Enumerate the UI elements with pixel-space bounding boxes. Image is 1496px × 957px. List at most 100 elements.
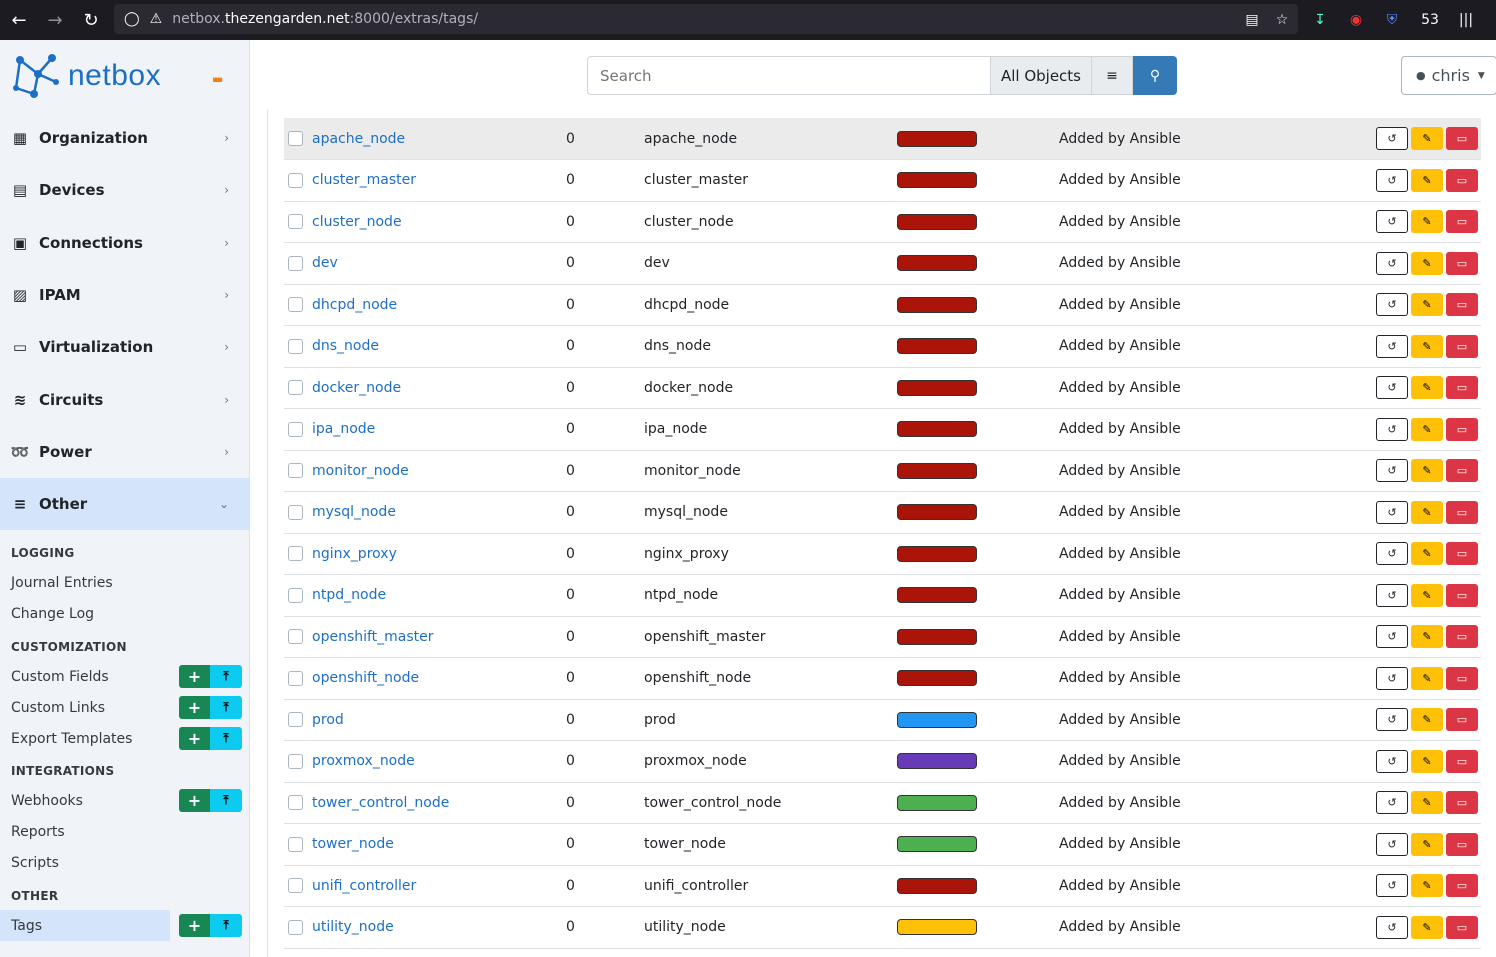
search-scope-select[interactable]: All Objects bbox=[991, 56, 1091, 95]
tag-name-link[interactable]: openshift_node bbox=[312, 670, 419, 686]
menu-scripts[interactable]: Scripts bbox=[0, 847, 249, 878]
row-checkbox[interactable] bbox=[288, 214, 303, 230]
edit-icon[interactable]: ✎ bbox=[1411, 293, 1443, 317]
changelog-icon[interactable]: ↺ bbox=[1376, 293, 1408, 317]
row-checkbox[interactable] bbox=[288, 836, 303, 852]
changelog-icon[interactable]: ↺ bbox=[1376, 791, 1408, 815]
delete-icon[interactable]: ▭ bbox=[1446, 376, 1478, 400]
row-checkbox[interactable] bbox=[288, 504, 303, 520]
row-checkbox[interactable] bbox=[288, 255, 303, 271]
import-icon[interactable]: ⤒ bbox=[210, 914, 242, 938]
delete-icon[interactable]: ▭ bbox=[1446, 625, 1478, 649]
delete-icon[interactable]: ▭ bbox=[1446, 334, 1478, 358]
bitwarden-icon[interactable]: ⛨ bbox=[1374, 0, 1410, 40]
edit-icon[interactable]: ✎ bbox=[1411, 168, 1443, 192]
import-icon[interactable]: ⤒ bbox=[210, 665, 242, 689]
import-icon[interactable]: ⤒ bbox=[210, 696, 242, 720]
add-icon[interactable]: + bbox=[179, 696, 210, 720]
tag-name-link[interactable]: mysql_node bbox=[312, 504, 396, 520]
add-icon[interactable]: + bbox=[179, 665, 210, 689]
changelog-icon[interactable]: ↺ bbox=[1376, 542, 1408, 566]
reload-icon[interactable]: ↻ bbox=[73, 0, 109, 40]
menu-devices[interactable]: ▤ Devices › bbox=[0, 164, 249, 216]
edit-icon[interactable]: ✎ bbox=[1411, 459, 1443, 483]
menu-circuits[interactable]: ≋ Circuits › bbox=[0, 373, 249, 425]
delete-icon[interactable]: ▭ bbox=[1446, 210, 1478, 234]
menu-ipam[interactable]: ▨ IPAM › bbox=[0, 269, 249, 321]
tab-count-badge[interactable]: 53 bbox=[1412, 0, 1448, 40]
edit-icon[interactable]: ✎ bbox=[1411, 417, 1443, 441]
edit-icon[interactable]: ✎ bbox=[1411, 915, 1443, 939]
delete-icon[interactable]: ▭ bbox=[1446, 542, 1478, 566]
delete-icon[interactable]: ▭ bbox=[1446, 459, 1478, 483]
row-checkbox[interactable] bbox=[288, 878, 303, 894]
changelog-icon[interactable]: ↺ bbox=[1376, 127, 1408, 150]
changelog-icon[interactable]: ↺ bbox=[1376, 376, 1408, 400]
menu-custom-fields[interactable]: Custom Fields + ⤒ bbox=[0, 661, 249, 692]
download-icon[interactable]: ↧ bbox=[1302, 0, 1338, 40]
row-checkbox[interactable] bbox=[288, 546, 303, 562]
forward-icon[interactable]: → bbox=[37, 0, 73, 40]
bookmark-star-icon[interactable]: ☆ bbox=[1264, 0, 1300, 40]
menu-organization[interactable]: ▦ Organization › bbox=[0, 112, 249, 164]
edit-icon[interactable]: ✎ bbox=[1411, 251, 1443, 275]
delete-icon[interactable]: ▭ bbox=[1446, 708, 1478, 732]
row-checkbox[interactable] bbox=[288, 919, 303, 935]
edit-icon[interactable]: ✎ bbox=[1411, 791, 1443, 815]
import-icon[interactable]: ⤒ bbox=[210, 789, 242, 813]
delete-icon[interactable]: ▭ bbox=[1446, 749, 1478, 773]
menu-reports[interactable]: Reports bbox=[0, 816, 249, 847]
back-icon[interactable]: ← bbox=[1, 0, 37, 40]
row-checkbox[interactable] bbox=[288, 629, 303, 645]
delete-icon[interactable]: ▭ bbox=[1446, 583, 1478, 607]
changelog-icon[interactable]: ↺ bbox=[1376, 334, 1408, 358]
row-checkbox[interactable] bbox=[288, 338, 303, 354]
menu-change-log[interactable]: Change Log bbox=[0, 598, 249, 629]
changelog-icon[interactable]: ↺ bbox=[1376, 583, 1408, 607]
tag-name-link[interactable]: cluster_node bbox=[312, 214, 402, 230]
edit-icon[interactable]: ✎ bbox=[1411, 334, 1443, 358]
tag-name-link[interactable]: dev bbox=[312, 255, 338, 271]
edit-icon[interactable]: ✎ bbox=[1411, 625, 1443, 649]
tag-name-link[interactable]: tower_control_node bbox=[312, 795, 449, 811]
menu-connections[interactable]: ▣ Connections › bbox=[0, 217, 249, 269]
menu-tags[interactable]: Tags + ⤒ bbox=[0, 910, 242, 942]
tag-name-link[interactable]: openshift_master bbox=[312, 629, 434, 645]
row-checkbox[interactable] bbox=[288, 712, 303, 728]
edit-icon[interactable]: ✎ bbox=[1411, 127, 1443, 150]
pin-icon[interactable]: ▬ bbox=[212, 72, 223, 86]
changelog-icon[interactable]: ↺ bbox=[1376, 832, 1408, 856]
menu-export-templates[interactable]: Export Templates + ⤒ bbox=[0, 723, 249, 754]
delete-icon[interactable]: ▭ bbox=[1446, 251, 1478, 275]
tag-name-link[interactable]: unifi_controller bbox=[312, 878, 416, 894]
menu-journal-entries[interactable]: Journal Entries bbox=[0, 567, 249, 598]
add-icon[interactable]: + bbox=[179, 914, 210, 938]
delete-icon[interactable]: ▭ bbox=[1446, 127, 1478, 150]
row-checkbox[interactable] bbox=[288, 795, 303, 811]
edit-icon[interactable]: ✎ bbox=[1411, 708, 1443, 732]
tag-name-link[interactable]: tower_node bbox=[312, 836, 394, 852]
changelog-icon[interactable]: ↺ bbox=[1376, 500, 1408, 524]
edit-icon[interactable]: ✎ bbox=[1411, 749, 1443, 773]
delete-icon[interactable]: ▭ bbox=[1446, 500, 1478, 524]
delete-icon[interactable]: ▭ bbox=[1446, 168, 1478, 192]
edit-icon[interactable]: ✎ bbox=[1411, 666, 1443, 690]
url-bar[interactable]: ◯ ⚠ netbox. thezengarden.net:8000/extras/… bbox=[114, 4, 1298, 34]
changelog-icon[interactable]: ↺ bbox=[1376, 874, 1408, 898]
row-checkbox[interactable] bbox=[288, 131, 303, 146]
tag-name-link[interactable]: nginx_proxy bbox=[312, 546, 397, 562]
menu-power[interactable]: ➿ Power › bbox=[0, 426, 249, 478]
changelog-icon[interactable]: ↺ bbox=[1376, 749, 1408, 773]
row-checkbox[interactable] bbox=[288, 297, 303, 313]
tag-name-link[interactable]: utility_node bbox=[312, 919, 394, 935]
changelog-icon[interactable]: ↺ bbox=[1376, 251, 1408, 275]
tag-name-link[interactable]: docker_node bbox=[312, 380, 401, 396]
add-icon[interactable]: + bbox=[179, 789, 210, 813]
delete-icon[interactable]: ▭ bbox=[1446, 666, 1478, 690]
changelog-icon[interactable]: ↺ bbox=[1376, 417, 1408, 441]
edit-icon[interactable]: ✎ bbox=[1411, 832, 1443, 856]
row-checkbox[interactable] bbox=[288, 380, 303, 396]
menu-webhooks[interactable]: Webhooks + ⤒ bbox=[0, 785, 249, 816]
brand-logo[interactable]: netbox ▬ bbox=[0, 40, 249, 112]
row-checkbox[interactable] bbox=[288, 172, 303, 188]
